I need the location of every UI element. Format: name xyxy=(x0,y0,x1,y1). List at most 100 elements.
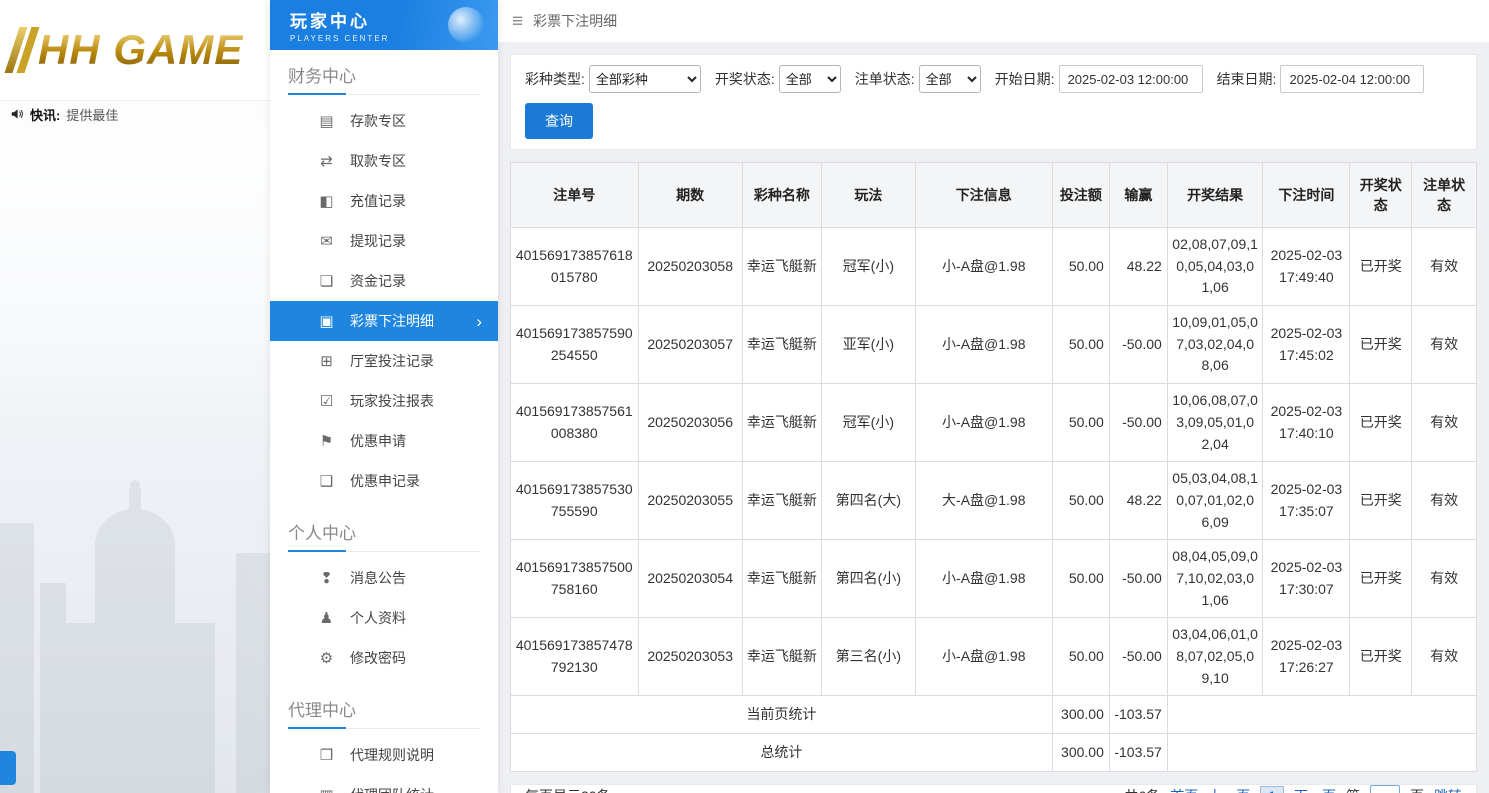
end-date-input[interactable] xyxy=(1280,65,1425,93)
start-date-input[interactable] xyxy=(1058,65,1203,93)
cell-bet-time: 2025-02-03 17:26:27 xyxy=(1262,617,1351,697)
col-header-6: 输赢 xyxy=(1108,162,1168,228)
table-row: 401569173857590254550 20250203057 幸运飞艇新 亚军(… xyxy=(510,305,1477,385)
search-button[interactable]: 查询 xyxy=(525,103,593,139)
floating-widget[interactable] xyxy=(0,751,16,785)
cell-win-loss: -50.00 xyxy=(1108,305,1168,385)
col-header-4: 下注信息 xyxy=(914,162,1053,228)
lottery-type-select[interactable]: 全部彩种 xyxy=(588,65,701,93)
sidebar-item-label: 厅室投注记录 xyxy=(350,353,434,369)
cell-bet-info: 大-A盘@1.98 xyxy=(914,461,1053,541)
cell-order-status: 有效 xyxy=(1411,617,1477,697)
sidebar: 玩家中心 PLAYERS CENTER 财务中心 ▤ 存款专区 ⇄ 取款专区 ◧ 充值记录 ✉… xyxy=(270,0,498,793)
table-row: 401569173857618015780 20250203058 幸运飞艇新 冠军(… xyxy=(510,226,1477,307)
sidebar-item-withdraw-zone[interactable]: ⇄ 取款专区 xyxy=(270,141,498,181)
sidebar-item-label: 优惠申记录 xyxy=(350,473,420,489)
ticker-label: 快讯: xyxy=(30,107,61,123)
summary-win-loss: -103.57 xyxy=(1108,733,1168,773)
summary-empty-cell xyxy=(1166,695,1478,735)
summary-bet-amount: 300.00 xyxy=(1051,695,1110,735)
sidebar-item-profile[interactable]: ♟ 个人资料 xyxy=(270,598,498,638)
sidebar-item-withdrawal-records[interactable]: ✉ 提现记录 xyxy=(270,221,498,261)
total-count-text: 共6条 xyxy=(1124,786,1160,793)
sidebar-item-player-bet-report[interactable]: ☑ 玩家投注报表 xyxy=(270,381,498,421)
cell-play-type: 第三名(小) xyxy=(821,617,916,697)
cell-order-id: 401569173857530755590 xyxy=(510,461,639,541)
cell-lottery-name: 幸运飞艇新 xyxy=(741,617,823,697)
cell-bet-amount: 50.00 xyxy=(1051,617,1110,697)
logo-bars-icon xyxy=(4,27,28,73)
jump-suffix-label: 页 xyxy=(1410,786,1424,793)
cell-period: 20250203056 xyxy=(637,383,743,463)
sidebar-item-promo-apply[interactable]: ⚑ 优惠申请 xyxy=(270,421,498,461)
next-page-link[interactable]: 下一页 xyxy=(1294,786,1336,793)
background-photo xyxy=(0,127,270,793)
cell-order-id: 401569173857500758160 xyxy=(510,539,639,619)
cell-draw-result: 08,04,05,09,07,10,02,03,01,06 xyxy=(1166,539,1264,619)
cell-order-id: 401569173857590254550 xyxy=(510,305,639,385)
sidebar-item-label: 充值记录 xyxy=(350,193,406,209)
order-status-label: 注单状态: xyxy=(854,71,915,87)
cell-draw-status: 已开奖 xyxy=(1349,617,1413,697)
page-jump-input[interactable] xyxy=(1370,785,1400,793)
cell-play-type: 冠军(小) xyxy=(821,226,916,307)
jump-button[interactable]: 跳转 xyxy=(1434,786,1462,793)
summary-label: 当前页统计 xyxy=(510,695,1053,735)
cell-bet-info: 小-A盘@1.98 xyxy=(914,226,1053,307)
recharge-records-icon: ◧ xyxy=(319,193,334,210)
lottery-bets-icon: ▣ xyxy=(319,313,334,330)
site-logo: HH GAME xyxy=(0,0,270,100)
cell-bet-info: 小-A盘@1.98 xyxy=(914,383,1053,463)
order-status-select[interactable]: 全部 xyxy=(918,65,981,93)
sidebar-item-change-password[interactable]: ⚙ 修改密码 xyxy=(270,638,498,678)
sidebar-item-lottery-bet-details[interactable]: ▣ 彩票下注明细 › xyxy=(270,301,498,341)
draw-status-select[interactable]: 全部 xyxy=(778,65,841,93)
sidebar-item-recharge-records[interactable]: ◧ 充值记录 xyxy=(270,181,498,221)
col-header-8: 下注时间 xyxy=(1262,162,1351,228)
menu-personal: ❢ 消息公告 ♟ 个人资料 ⚙ 修改密码 xyxy=(270,552,498,684)
cell-draw-result: 10,06,08,07,03,09,05,01,02,04 xyxy=(1166,383,1264,463)
table-body: 401569173857618015780 20250203058 幸运飞艇新 冠军(… xyxy=(510,226,1478,773)
sidebar-item-label: 个人资料 xyxy=(350,610,406,626)
pagination-bar: 每页显示20条 共6条 首页 上一页 1 下一页 第 页 跳转 xyxy=(510,784,1477,793)
cell-bet-time: 2025-02-03 17:40:10 xyxy=(1262,383,1351,463)
sidebar-item-deposit-zone[interactable]: ▤ 存款专区 xyxy=(270,101,498,141)
sidebar-item-agent-rules[interactable]: ❒ 代理规则说明 xyxy=(270,735,498,775)
prev-page-link[interactable]: 上一页 xyxy=(1208,786,1250,793)
filter-row: 彩种类型: 全部彩种 开奖状态: 全部 注单状态: 全部 开始日期: 结束日期: xyxy=(525,65,1462,93)
sidebar-item-promo-apply-records[interactable]: ❑ 优惠申记录 xyxy=(270,461,498,501)
col-header-2: 彩种名称 xyxy=(741,162,823,228)
cell-play-type: 冠军(小) xyxy=(821,383,916,463)
cell-period: 20250203054 xyxy=(637,539,743,619)
cell-order-id: 401569173857618015780 xyxy=(510,226,639,307)
cell-win-loss: 48.22 xyxy=(1108,461,1168,541)
sidebar-item-agent-team-stats[interactable]: ▥ 代理团队统计 xyxy=(270,775,498,793)
table-row: 401569173857561008380 20250203056 幸运飞艇新 冠军(… xyxy=(510,383,1477,463)
first-page-link[interactable]: 首页 xyxy=(1170,786,1198,793)
cell-draw-status: 已开奖 xyxy=(1349,461,1413,541)
section-title-personal: 个人中心 xyxy=(288,519,480,552)
deposit-icon: ▤ xyxy=(319,113,334,130)
col-header-3: 玩法 xyxy=(821,162,916,228)
cell-lottery-name: 幸运飞艇新 xyxy=(741,383,823,463)
table-row: 401569173857500758160 20250203054 幸运飞艇新 第四名… xyxy=(510,539,1477,619)
sidebar-item-announcements[interactable]: ❢ 消息公告 xyxy=(270,558,498,598)
table-header-row: 注单号 期数 彩种名称 玩法 下注信息 投注额 输赢 开奖结果 下注时间 开奖状态 注单状态 xyxy=(510,162,1477,228)
sidebar-item-funds-records[interactable]: ❏ 资金记录 xyxy=(270,261,498,301)
cell-period: 20250203058 xyxy=(637,226,743,307)
sidebar-item-label: 消息公告 xyxy=(350,570,406,586)
cell-bet-amount: 50.00 xyxy=(1051,539,1110,619)
cell-order-id: 401569173857561008380 xyxy=(510,383,639,463)
sidebar-item-label: 玩家投注报表 xyxy=(350,393,434,409)
logo-text: HH GAME xyxy=(38,26,244,73)
topbar: ≡ 彩票下注明细 xyxy=(498,0,1489,42)
cell-period: 20250203053 xyxy=(637,617,743,697)
cell-win-loss: -50.00 xyxy=(1108,539,1168,619)
site-left-background: HH GAME 快讯: 提供最佳 xyxy=(0,0,270,793)
menu-icon[interactable]: ≡ xyxy=(512,12,523,31)
sidebar-item-label: 代理团队统计 xyxy=(350,785,434,793)
sidebar-item-hall-bet-records[interactable]: ⊞ 厅室投注记录 xyxy=(270,341,498,381)
draw-status-label: 开奖状态: xyxy=(714,71,775,87)
bets-table: 注单号 期数 彩种名称 玩法 下注信息 投注额 输赢 开奖结果 下注时间 开奖状态 注单状态 401… xyxy=(510,162,1478,773)
cell-lottery-name: 幸运飞艇新 xyxy=(741,305,823,385)
